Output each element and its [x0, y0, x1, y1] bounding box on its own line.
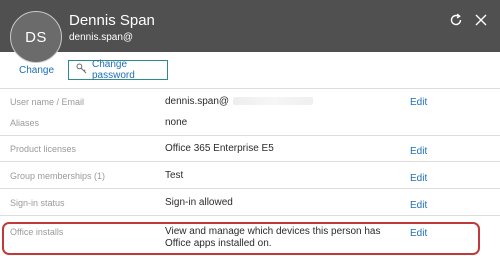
row-value: Office 365 Enterprise E5 [165, 143, 274, 154]
close-icon[interactable] [471, 10, 491, 30]
profile-header: Dennis Span dennis.span@ [0, 0, 500, 52]
row-value: Test [165, 170, 184, 181]
change-photo-link[interactable]: Change [19, 65, 54, 76]
row-value: dennis.span@ [165, 96, 314, 108]
change-password-label: Change password [92, 59, 135, 81]
edit-sign-in-link[interactable]: Edit [410, 200, 427, 211]
redacted-email-domain [233, 97, 314, 106]
divider [0, 188, 500, 189]
divider [0, 88, 500, 89]
row-label: Aliases [10, 118, 40, 128]
key-icon [76, 63, 87, 77]
row-label: User name / Email [10, 97, 85, 107]
edit-groups-link[interactable]: Edit [410, 173, 427, 184]
divider [0, 215, 500, 216]
row-value: none [165, 117, 188, 128]
refresh-icon[interactable] [446, 10, 466, 30]
row-label: Sign-in status [10, 198, 65, 208]
divider [0, 135, 500, 136]
avatar: DS [10, 11, 62, 63]
user-email: dennis.span@ [69, 32, 134, 43]
edit-username-link[interactable]: Edit [410, 97, 427, 108]
row-value: Sign-in allowed [165, 197, 233, 208]
user-name: Dennis Span [69, 12, 155, 29]
profile-actions: Change Change password [0, 59, 500, 84]
row-label: Product licenses [10, 144, 77, 154]
avatar-initials: DS [25, 28, 47, 46]
change-password-button[interactable]: Change password [68, 59, 168, 81]
edit-licenses-link[interactable]: Edit [410, 146, 427, 157]
row-label: Group memberships (1) [10, 171, 106, 181]
divider [0, 161, 500, 162]
highlight-box [2, 222, 480, 255]
